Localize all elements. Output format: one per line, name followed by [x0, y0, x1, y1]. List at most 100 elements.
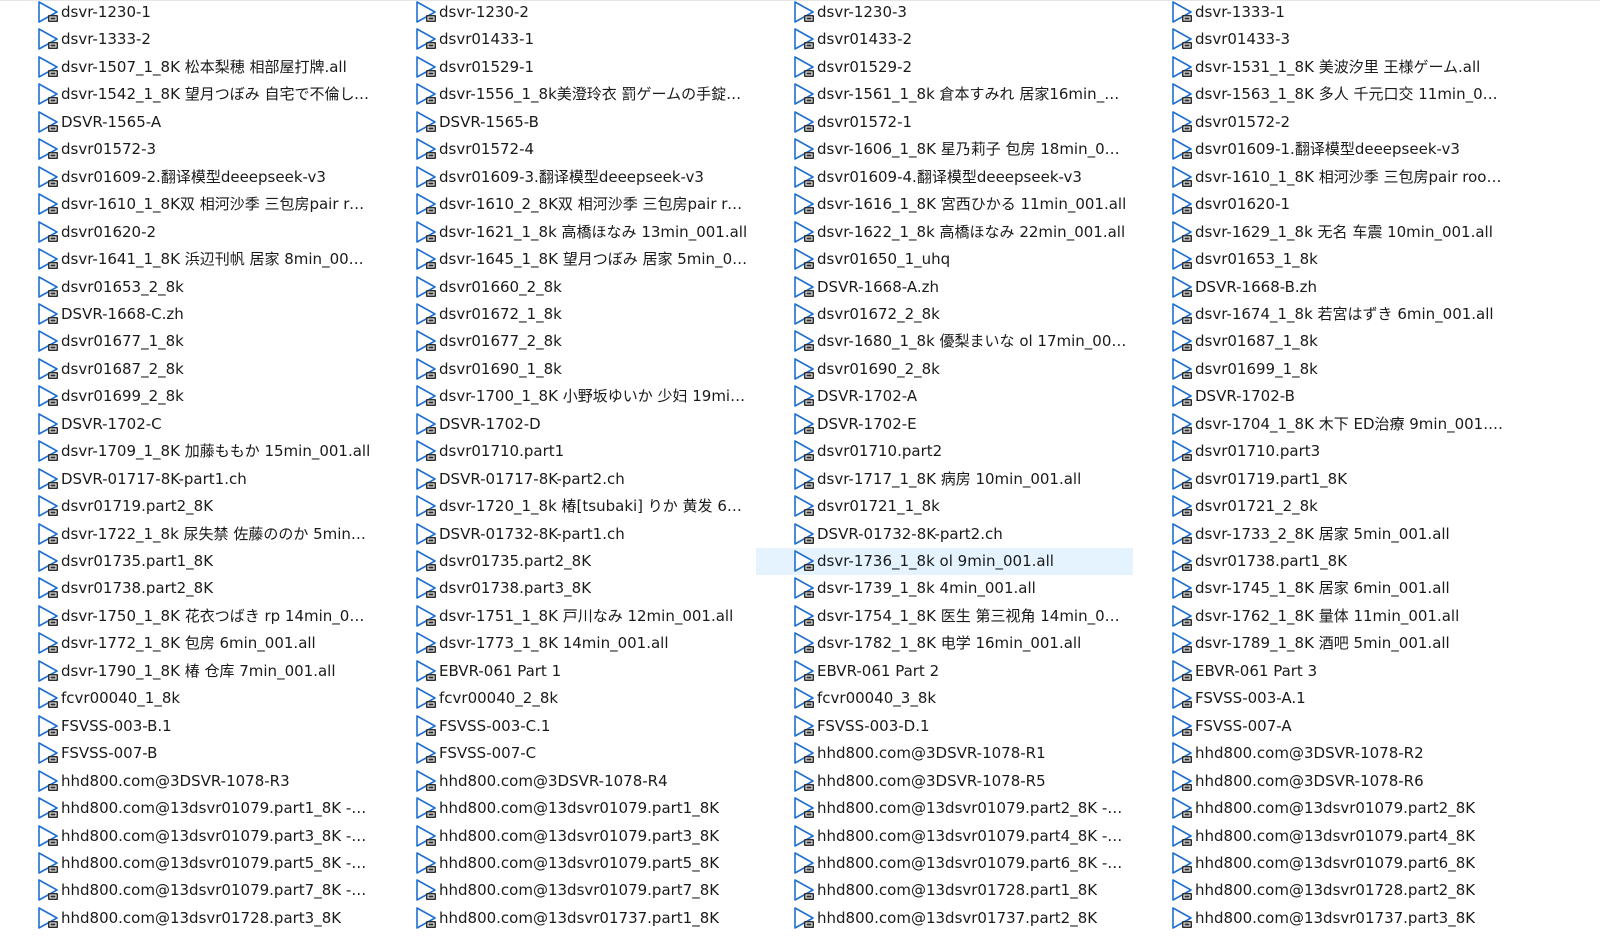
file-item[interactable]: dsvr-1789_1_8K 酒吧 5min_001.all [1134, 630, 1511, 657]
file-item[interactable]: hhd800.com@13dsvr01728.part3_8K [0, 905, 377, 932]
file-item[interactable]: FSVSS-007-C [378, 740, 755, 767]
file-item[interactable]: dsvr-1704_1_8K 木下 ED治療 9min_001.all [1134, 411, 1511, 438]
file-item[interactable]: dsvr01609-4.翻译模型deeepseek-v3 [756, 164, 1133, 191]
file-item[interactable]: DSVR-01732-8K-part2.ch [756, 521, 1133, 548]
file-item[interactable]: dsvr-1622_1_8k 高橋ほなみ 22min_001.all [756, 219, 1133, 246]
file-item[interactable]: dsvr-1674_1_8k 若宮はずき 6min_001.all [1134, 301, 1511, 328]
file-item[interactable]: hhd800.com@3DSVR-1078-R6 [1134, 768, 1511, 795]
file-item[interactable]: dsvr01672_1_8k [378, 301, 755, 328]
file-item[interactable]: dsvr-1745_1_8K 居家 6min_001.all [1134, 575, 1511, 602]
file-item[interactable]: dsvr01690_2_8k [756, 356, 1133, 383]
file-item[interactable]: dsvr-1722_1_8k 尿失禁 佐藤ののか 5min_0… [0, 521, 377, 548]
file-item[interactable]: dsvr-1230-3 [756, 0, 1133, 26]
file-item[interactable]: dsvr-1709_1_8K 加藤ももか 15min_001.all [0, 438, 377, 465]
file-item[interactable]: dsvr01677_2_8k [378, 328, 755, 355]
file-item[interactable]: hhd800.com@13dsvr01737.part3_8K [1134, 905, 1511, 932]
file-item[interactable]: dsvr-1230-1 [0, 0, 377, 26]
file-item[interactable]: DSVR-01732-8K-part1.ch [378, 521, 755, 548]
file-item[interactable]: dsvr01699_1_8k [1134, 356, 1511, 383]
file-item[interactable]: hhd800.com@13dsvr01079.part5_8K [378, 850, 755, 877]
file-item[interactable]: dsvr01609-1.翻译模型deeepseek-v3 [1134, 136, 1511, 163]
file-item[interactable]: DSVR-1668-A.zh [756, 274, 1133, 301]
file-item[interactable]: DSVR-1565-B [378, 109, 755, 136]
file-item[interactable]: dsvr01529-2 [756, 54, 1133, 81]
file-item[interactable]: hhd800.com@13dsvr01079.part6_8K [1134, 850, 1511, 877]
file-item[interactable]: dsvr01433-1 [378, 26, 755, 53]
file-item[interactable]: dsvr01710.part1 [378, 438, 755, 465]
file-item[interactable]: DSVR-1702-E [756, 411, 1133, 438]
file-item[interactable]: dsvr-1333-2 [0, 26, 377, 53]
file-item[interactable]: dsvr-1772_1_8K 包房 6min_001.all [0, 630, 377, 657]
file-item[interactable]: fcvr00040_3_8k [756, 685, 1133, 712]
file-item[interactable]: dsvr01572-2 [1134, 109, 1511, 136]
file-item[interactable]: dsvr-1621_1_8k 高橋ほなみ 13min_001.all [378, 219, 755, 246]
file-item[interactable]: hhd800.com@3DSVR-1078-R1 [756, 740, 1133, 767]
file-item[interactable]: hhd800.com@13dsvr01737.part1_8K [378, 905, 755, 932]
file-item[interactable]: dsvr-1610_1_8K 相河沙季 三包房pair room.… [1134, 164, 1511, 191]
file-item[interactable]: dsvr-1717_1_8K 病房 10min_001.all [756, 466, 1133, 493]
file-item[interactable]: dsvr-1230-2 [378, 0, 755, 26]
file-item[interactable]: hhd800.com@13dsvr01079.part4_8K [1134, 823, 1511, 850]
file-item[interactable]: hhd800.com@13dsvr01079.part1_8K [378, 795, 755, 822]
file-item[interactable]: dsvr01738.part2_8K [0, 575, 377, 602]
file-item[interactable]: DSVR-1702-A [756, 383, 1133, 410]
file-item[interactable]: dsvr-1700_1_8K 小野坂ゆいか 少妇 19min_… [378, 383, 755, 410]
file-item[interactable]: FSVSS-003-A.1 [1134, 685, 1511, 712]
file-item[interactable]: DSVR-1702-D [378, 411, 755, 438]
file-item[interactable]: hhd800.com@13dsvr01079.part7_8K - 副本 [0, 877, 377, 904]
file-item[interactable]: dsvr-1563_1_8K 多人 千元口交 11min_001.all [1134, 81, 1511, 108]
file-item[interactable]: dsvr-1790_1_8K 椿 仓库 7min_001.all [0, 658, 377, 685]
file-item[interactable]: dsvr01690_1_8k [378, 356, 755, 383]
file-item[interactable]: DSVR-1702-C [0, 411, 377, 438]
file-item[interactable]: dsvr01529-1 [378, 54, 755, 81]
file-item[interactable]: dsvr01660_2_8k [378, 274, 755, 301]
file-item[interactable]: hhd800.com@13dsvr01079.part2_8K [1134, 795, 1511, 822]
file-item[interactable]: dsvr01433-2 [756, 26, 1133, 53]
file-item[interactable]: dsvr01735.part2_8K [378, 548, 755, 575]
file-item[interactable]: FSVSS-007-A [1134, 713, 1511, 740]
file-item[interactable]: dsvr01653_2_8k [0, 274, 377, 301]
file-item[interactable]: hhd800.com@13dsvr01728.part1_8K [756, 877, 1133, 904]
file-item[interactable]: dsvr-1561_1_8k 倉本すみれ 居家16min_00… [756, 81, 1133, 108]
file-item[interactable]: FSVSS-003-D.1 [756, 713, 1133, 740]
file-item[interactable]: DSVR-1668-B.zh [1134, 274, 1511, 301]
file-item[interactable]: dsvr-1720_1_8k 椿[tsubaki] りか 黄发 6mi… [378, 493, 755, 520]
file-item[interactable]: DSVR-01717-8K-part2.ch [378, 466, 755, 493]
file-item[interactable]: hhd800.com@13dsvr01079.part5_8K - 副本 [0, 850, 377, 877]
file-item[interactable]: hhd800.com@13dsvr01728.part2_8K [1134, 877, 1511, 904]
file-item[interactable]: FSVSS-007-B [0, 740, 377, 767]
file-item[interactable]: hhd800.com@3DSVR-1078-R2 [1134, 740, 1511, 767]
file-item[interactable]: dsvr-1680_1_8k 優梨まいな ol 17min_001.all [756, 328, 1133, 355]
file-item[interactable]: dsvr-1616_1_8K 宮西ひかる 11min_001.all [756, 191, 1133, 218]
file-item[interactable]: fcvr00040_2_8k [378, 685, 755, 712]
file-item[interactable]: dsvr-1750_1_8K 花衣つばき rp 14min_001.… [0, 603, 377, 630]
file-item[interactable]: dsvr-1773_1_8K 14min_001.all [378, 630, 755, 657]
file-item-selected[interactable]: dsvr-1736_1_8k ol 9min_001.all [756, 548, 1133, 575]
file-item[interactable]: fcvr00040_1_8k [0, 685, 377, 712]
file-item[interactable]: dsvr01620-1 [1134, 191, 1511, 218]
file-item[interactable]: dsvr01699_2_8k [0, 383, 377, 410]
file-item[interactable]: dsvr01572-3 [0, 136, 377, 163]
file-item[interactable]: hhd800.com@13dsvr01079.part4_8K - 副本 [756, 823, 1133, 850]
file-item[interactable]: hhd800.com@13dsvr01737.part2_8K [756, 905, 1133, 932]
file-item[interactable]: dsvr-1606_1_8K 星乃莉子 包房 18min_001.all [756, 136, 1133, 163]
file-item[interactable]: dsvr-1641_1_8K 浜辺刊帆 居家 8min_001.all [0, 246, 377, 273]
file-item[interactable]: dsvr01710.part3 [1134, 438, 1511, 465]
file-item[interactable]: dsvr01677_1_8k [0, 328, 377, 355]
file-item[interactable]: dsvr01738.part1_8K [1134, 548, 1511, 575]
file-item[interactable]: dsvr01687_1_8k [1134, 328, 1511, 355]
file-item[interactable]: EBVR-061 Part 1 [378, 658, 755, 685]
file-item[interactable]: dsvr-1754_1_8K 医生 第三视角 14min_001.all [756, 603, 1133, 630]
file-item[interactable]: dsvr-1333-1 [1134, 0, 1511, 26]
file-item[interactable]: dsvr01620-2 [0, 219, 377, 246]
file-item[interactable]: FSVSS-003-C.1 [378, 713, 755, 740]
file-item[interactable]: dsvr01433-3 [1134, 26, 1511, 53]
file-item[interactable]: DSVR-01717-8K-part1.ch [0, 466, 377, 493]
file-item[interactable]: dsvr-1610_1_8K双 相河沙季 三包房pair room [0, 191, 377, 218]
file-item[interactable]: dsvr-1733_2_8K 居家 5min_001.all [1134, 521, 1511, 548]
file-item[interactable]: DSVR-1668-C.zh [0, 301, 377, 328]
file-item[interactable]: dsvr01687_2_8k [0, 356, 377, 383]
file-item[interactable]: dsvr-1629_1_8k 无名 车震 10min_001.all [1134, 219, 1511, 246]
file-item[interactable]: dsvr-1610_2_8K双 相河沙季 三包房pair room [378, 191, 755, 218]
file-item[interactable]: dsvr-1645_1_8K 望月つぼみ 居家 5min_001… [378, 246, 755, 273]
